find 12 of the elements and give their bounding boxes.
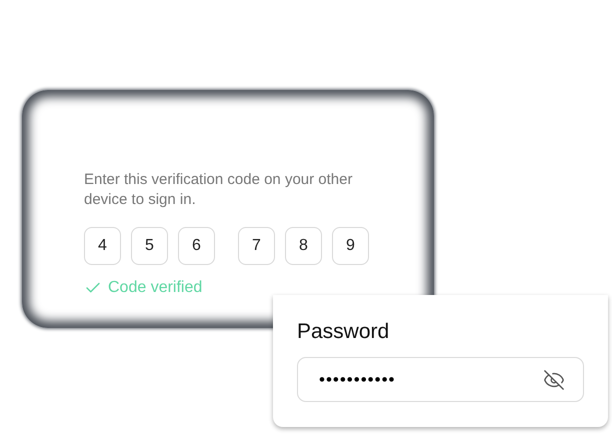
password-value: ••••••••••• [319, 368, 396, 391]
password-field[interactable]: ••••••••••• [297, 357, 584, 402]
code-digit: 8 [285, 227, 322, 265]
code-digit: 6 [178, 227, 215, 265]
code-digit: 5 [131, 227, 168, 265]
eye-off-icon[interactable] [543, 368, 565, 390]
code-digit: 9 [332, 227, 369, 265]
code-digit: 7 [238, 227, 275, 265]
field-label: Password [297, 319, 390, 345]
status-text: Code verified [108, 278, 202, 298]
code-digit: 4 [84, 227, 121, 265]
instruction-text: Enter this verification code on your other device to sign in. [84, 170, 354, 210]
